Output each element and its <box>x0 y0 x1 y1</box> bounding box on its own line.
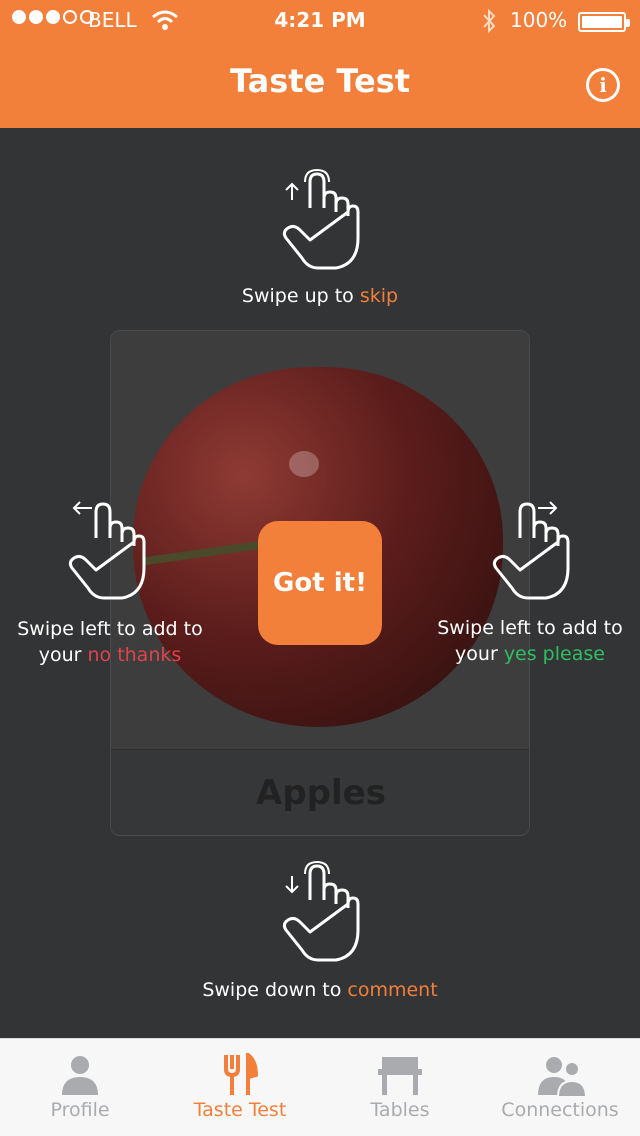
profile-icon <box>62 1056 98 1095</box>
swipe-up-hand-icon <box>282 168 360 270</box>
status-bar: BELL 4:21 PM 100% <box>0 0 640 40</box>
tab-profile[interactable]: Profile <box>0 1039 160 1136</box>
tab-connections[interactable]: Connections <box>480 1039 640 1136</box>
got-it-button[interactable]: Got it! <box>258 521 382 645</box>
food-title: Apples <box>256 773 386 813</box>
hint-text: your <box>455 643 504 665</box>
swipe-down-hand-icon <box>282 860 360 962</box>
skip-label: skip <box>359 285 399 307</box>
hint-text: Swipe down to <box>202 979 348 1001</box>
yes-please-label: yes please <box>503 643 605 665</box>
swipe-left-hint: Swipe left to add to your no thanks <box>0 616 220 668</box>
tab-bar: Profile Taste Test Tables Connections <box>0 1038 640 1136</box>
swipe-down-hint: Swipe down to comment <box>0 977 640 1003</box>
top-bar: BELL 4:21 PM 100% Taste Test i <box>0 0 640 128</box>
bluetooth-icon <box>483 8 496 34</box>
connections-icon <box>538 1057 586 1097</box>
battery-percentage: 100% <box>510 8 568 32</box>
hint-text: Swipe left to add to <box>17 618 203 640</box>
tab-label: Tables <box>370 1099 430 1121</box>
info-icon[interactable]: i <box>586 68 620 102</box>
tab-label: Connections <box>501 1099 619 1121</box>
tab-taste-test[interactable]: Taste Test <box>160 1039 320 1136</box>
hint-text: your <box>38 644 88 666</box>
tab-label: Taste Test <box>193 1099 287 1121</box>
swipe-up-hint: Swipe up to skip <box>0 283 640 309</box>
tab-label: Profile <box>50 1099 110 1121</box>
swipe-right-hint: Swipe left to add to your yes please <box>420 615 640 667</box>
page-title: Taste Test <box>229 62 411 100</box>
swipe-right-hand-icon <box>492 501 570 600</box>
table-icon <box>378 1057 422 1095</box>
apple-highlight <box>289 451 319 477</box>
hint-text: Swipe up to <box>241 285 360 307</box>
tab-tables[interactable]: Tables <box>320 1039 480 1136</box>
hint-text: Swipe left to add to <box>437 617 623 639</box>
fork-knife-icon <box>224 1053 259 1095</box>
battery-icon <box>578 12 630 32</box>
comment-label: comment <box>347 979 438 1001</box>
swipe-left-hand-icon <box>68 501 146 600</box>
no-thanks-label: no thanks <box>87 644 182 666</box>
